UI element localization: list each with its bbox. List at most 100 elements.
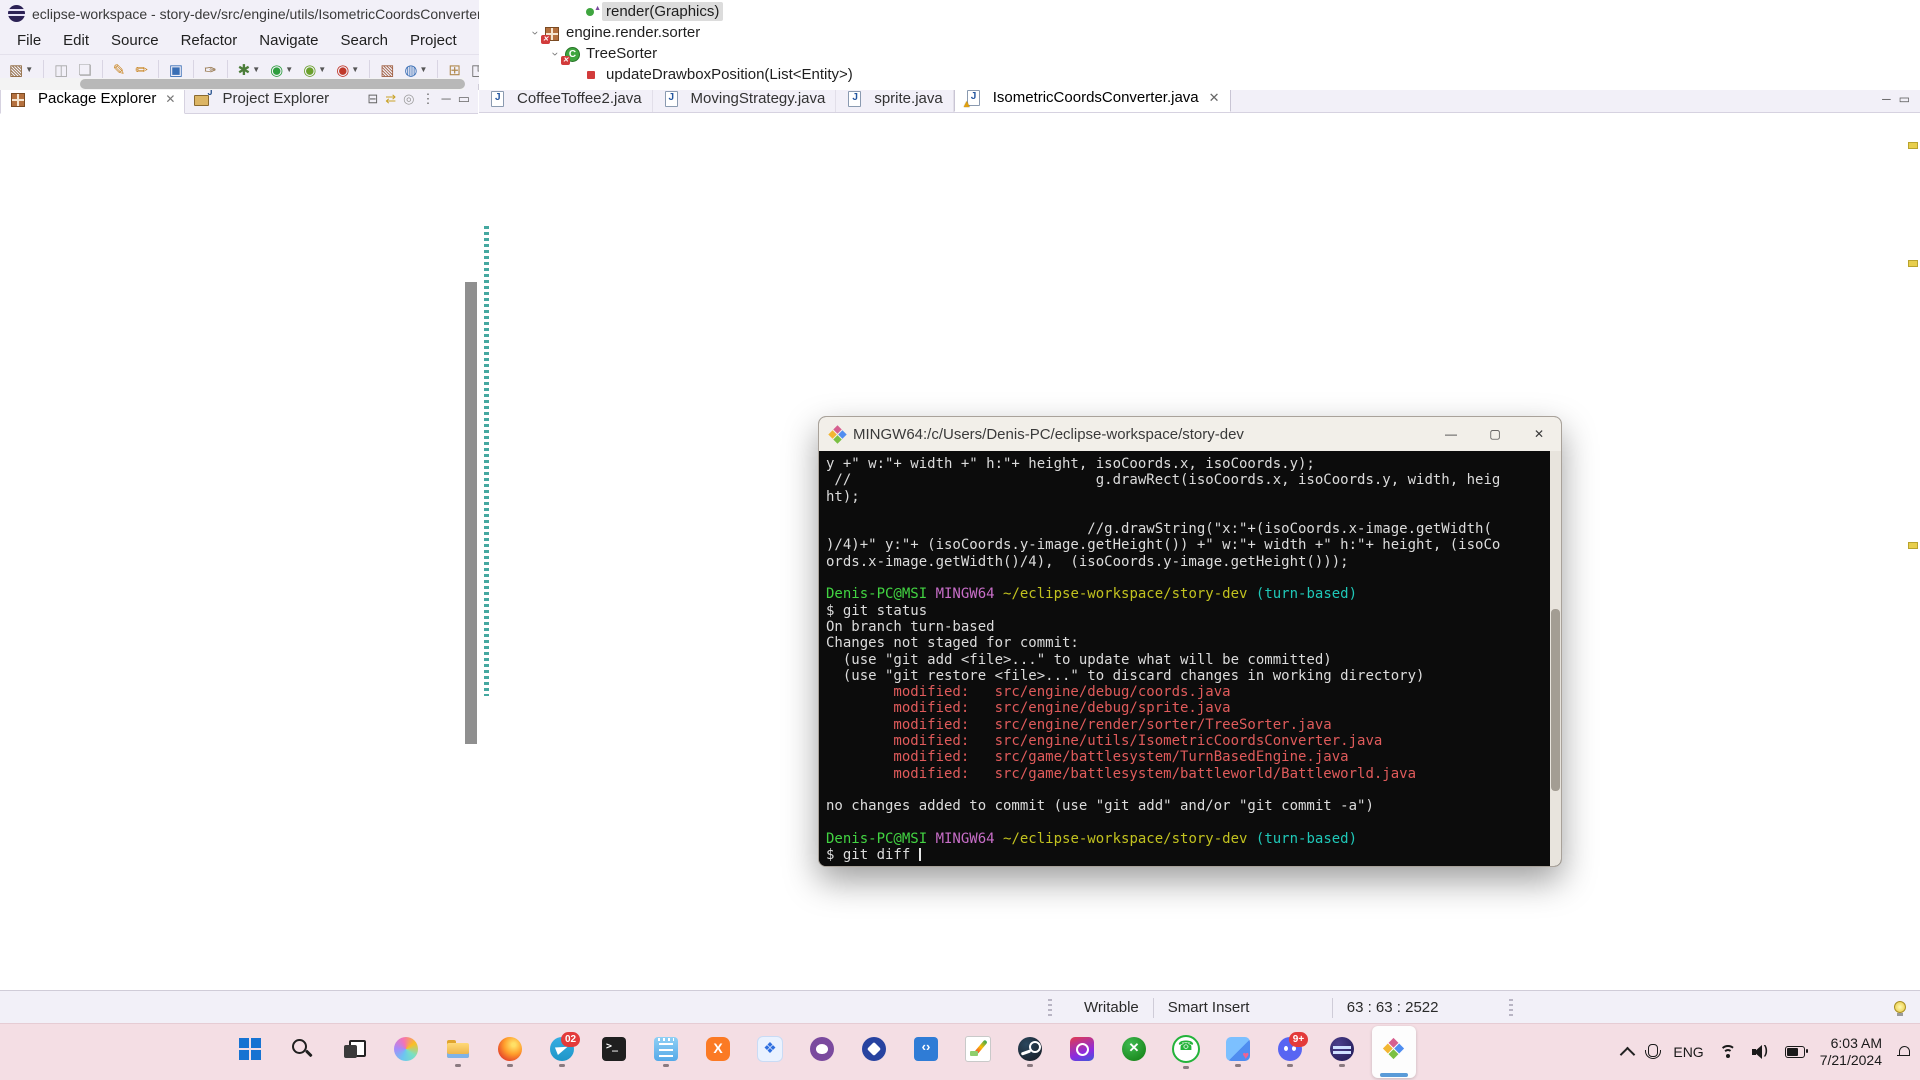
debug-icon[interactable]: ✱▼	[234, 60, 265, 80]
new-wizard-icon[interactable]: ▧▼	[5, 60, 37, 80]
link-with-editor-icon[interactable]: ⇄	[385, 91, 396, 107]
save-all-icon[interactable]: ❏	[74, 60, 95, 80]
statusbar-grip	[1048, 999, 1052, 1017]
menu-refactor[interactable]: Refactor	[170, 32, 249, 49]
call-hierarchy-item-updatedrawboxposition-list-entity[interactable]: updateDrawboxPosition(List<Entity>)	[481, 64, 1920, 85]
status-bar: Writable Smart Insert 63 : 63 : 2522	[0, 990, 1920, 1025]
call-hierarchy-item-engine-render-sorter[interactable]: ›✕engine.render.sorter	[481, 22, 1920, 43]
minimize-view-icon[interactable]: ─	[441, 91, 450, 106]
run-icon[interactable]: ◉▼	[266, 60, 297, 80]
clock[interactable]: 6:03 AM 7/21/2024	[1820, 1035, 1882, 1069]
firefox-icon[interactable]	[488, 1026, 532, 1078]
xbox-icon[interactable]	[1112, 1026, 1156, 1078]
file-explorer-icon[interactable]	[436, 1026, 480, 1078]
call-hierarchy-item-treesorter[interactable]: ›✕TreeSorter	[481, 43, 1920, 64]
dropdown-arrow-icon[interactable]: ▼	[25, 65, 33, 74]
discord-icon[interactable]: 9+	[1268, 1026, 1312, 1078]
maximize-view-icon[interactable]: ▭	[458, 91, 470, 107]
firefox-icon	[498, 1037, 522, 1061]
copilot-icon[interactable]	[384, 1026, 428, 1078]
github-desktop-icon[interactable]	[800, 1026, 844, 1078]
call-hierarchy-item-label: updateDrawboxPosition(List<Entity>)	[606, 66, 853, 83]
minimize-editor-icon[interactable]: ─	[1882, 92, 1891, 106]
menu-project[interactable]: Project	[399, 32, 468, 49]
coverage-icon[interactable]: ◉▼	[299, 60, 330, 80]
pkg-icon	[10, 91, 26, 107]
open-web-browser-icon[interactable]: ◍▼	[400, 60, 431, 80]
call-hierarchy-item-label: render(Graphics)	[602, 2, 723, 21]
pink-blue-app-icon[interactable]	[1216, 1026, 1260, 1078]
blue-app-icon[interactable]	[748, 1026, 792, 1078]
package-explorer-panel: Package Explorer✕Project Explorer⊟⇄◎⋮─▭ …	[0, 84, 479, 90]
new-package-icon[interactable]: ⊞	[444, 60, 465, 80]
tray-time: 6:03 AM	[1820, 1035, 1882, 1052]
mingw-terminal-icon[interactable]	[1372, 1026, 1416, 1078]
menu-file[interactable]: File	[6, 32, 52, 49]
notifications-bell-icon[interactable]	[1897, 1046, 1910, 1059]
dropdown-arrow-icon[interactable]: ▼	[420, 65, 428, 74]
save-icon[interactable]: ◫	[50, 60, 72, 80]
maximize-editor-icon[interactable]: ▭	[1899, 92, 1910, 106]
github-desktop-icon	[810, 1037, 834, 1061]
collapse-all-icon[interactable]: ⊟	[367, 91, 378, 107]
terminal-scrollbar[interactable]	[1550, 451, 1561, 866]
desktop: eclipse-workspace - story-dev/src/engine…	[0, 0, 1920, 1080]
battery-icon[interactable]	[1785, 1046, 1805, 1058]
menu-source[interactable]: Source	[100, 32, 170, 49]
terminal-icon[interactable]	[592, 1026, 636, 1078]
mingw-terminal-window[interactable]: MINGW64:/c/Users/Denis-PC/eclipse-worksp…	[818, 416, 1562, 867]
package-explorer-hscrollbar[interactable]	[0, 78, 464, 90]
call-hierarchy-item-render-graphics[interactable]: render(Graphics)	[481, 1, 1920, 22]
eclipse-taskbar-icon	[1330, 1037, 1354, 1061]
menu-edit[interactable]: Edit	[52, 32, 100, 49]
terminal-minimize-button[interactable]: —	[1429, 417, 1473, 451]
terminal-line: y +" w:"+ width +" h:"+ height, isoCoord…	[826, 456, 1561, 472]
running-indicator	[1235, 1064, 1241, 1067]
skip-breakpoints-icon[interactable]: ✑	[200, 60, 221, 80]
pink-blue-app-icon	[1226, 1037, 1250, 1061]
start-button[interactable]	[228, 1026, 272, 1078]
menu-search[interactable]: Search	[329, 32, 399, 49]
wifi-icon[interactable]	[1719, 1045, 1737, 1059]
image-editor-icon[interactable]	[956, 1026, 1000, 1078]
search-button[interactable]	[280, 1026, 324, 1078]
running-indicator	[1287, 1064, 1293, 1067]
close-tab-icon[interactable]: ✕	[165, 92, 175, 106]
terminal-close-button[interactable]: ✕	[1517, 417, 1561, 451]
terminal-content[interactable]: y +" w:"+ width +" h:"+ height, isoCoord…	[819, 451, 1561, 866]
hidden-icons-chevron-icon[interactable]	[1620, 1046, 1636, 1062]
terminal-maximize-button[interactable]: ▢	[1473, 417, 1517, 451]
notepad-icon[interactable]	[644, 1026, 688, 1078]
dropdown-arrow-icon[interactable]: ▼	[252, 65, 260, 74]
close-tab-icon[interactable]: ✕	[1209, 90, 1220, 106]
eclipse-taskbar-icon[interactable]	[1320, 1026, 1364, 1078]
menu-navigate[interactable]: Navigate	[248, 32, 329, 49]
task-view-button[interactable]	[332, 1026, 376, 1078]
jfile-icon: ▲	[965, 90, 981, 106]
red-gradient-app-icon[interactable]	[1060, 1026, 1104, 1078]
dropdown-arrow-icon[interactable]: ▼	[318, 65, 326, 74]
view-menu-icon[interactable]: ⋮	[421, 91, 434, 107]
xampp-icon[interactable]	[696, 1026, 740, 1078]
steam-icon[interactable]	[1008, 1026, 1052, 1078]
telegram-icon[interactable]: 02	[540, 1026, 584, 1078]
editor-tab-label: IsometricCoordsConverter.java	[993, 89, 1199, 106]
open-task-icon[interactable]: ✎	[109, 60, 130, 80]
terminal-line	[826, 570, 1561, 586]
focus-task-icon[interactable]: ◎	[403, 91, 414, 107]
dropdown-arrow-icon[interactable]: ▼	[351, 65, 359, 74]
console-view-icon[interactable]: ▣	[165, 60, 187, 80]
blue-circle-app-icon[interactable]	[852, 1026, 896, 1078]
whatsapp-icon[interactable]	[1164, 1026, 1208, 1078]
new-java-project-icon[interactable]: ▧	[376, 60, 398, 80]
vscode-icon[interactable]	[904, 1026, 948, 1078]
recent-edit-icon[interactable]: ✏	[131, 60, 152, 80]
vscode-icon	[914, 1037, 938, 1061]
terminal-line: (use "git restore <file>..." to discard …	[826, 668, 1561, 684]
terminal-titlebar[interactable]: MINGW64:/c/Users/Denis-PC/eclipse-worksp…	[819, 417, 1561, 451]
profile-icon[interactable]: ◉▼	[332, 60, 363, 80]
microphone-icon[interactable]	[1648, 1044, 1658, 1057]
volume-icon[interactable]: )	[1752, 1045, 1770, 1059]
dropdown-arrow-icon[interactable]: ▼	[285, 65, 293, 74]
language-indicator[interactable]: ENG	[1673, 1044, 1703, 1060]
